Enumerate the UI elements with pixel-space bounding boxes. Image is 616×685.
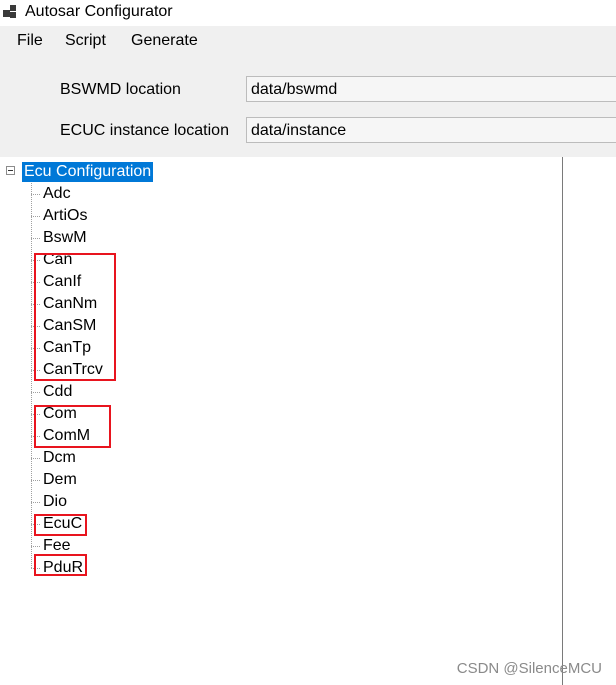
tree-item-adc[interactable]: Adc: [31, 183, 231, 205]
tree-root-ecu-configuration[interactable]: Ecu Configuration: [22, 162, 154, 182]
tree-item-dcm[interactable]: Dcm: [31, 447, 231, 469]
tree-item-artios[interactable]: ArtiOs: [31, 205, 231, 227]
menu-script[interactable]: Script: [64, 31, 107, 51]
highlight-box-com-group: [34, 405, 111, 448]
title-bar: Autosar Configurator: [0, 0, 616, 26]
watermark-text: CSDN @SilenceMCU: [456, 660, 602, 677]
highlight-box-ecuc: [34, 514, 87, 536]
collapse-toggle-icon[interactable]: [6, 166, 15, 175]
tree-item-label: Dio: [43, 493, 68, 510]
menu-generate[interactable]: Generate: [130, 31, 199, 51]
menu-bar: File Script Generate: [0, 26, 616, 55]
highlight-box-pdur: [34, 554, 87, 576]
tree-item-dem[interactable]: Dem: [31, 469, 231, 491]
ecuc-instance-location-label: ECUC instance location: [60, 122, 229, 139]
tree-item-label: ArtiOs: [43, 207, 88, 224]
module-tree[interactable]: Ecu Configuration Adc ArtiOs BswM Can Ca…: [0, 157, 563, 685]
bswmd-location-field[interactable]: data/bswmd: [246, 76, 616, 102]
menu-file[interactable]: File: [16, 31, 44, 51]
tree-item-cdd[interactable]: Cdd: [31, 381, 231, 403]
tree-item-bswm[interactable]: BswM: [31, 227, 231, 249]
ecuc-instance-location-field[interactable]: data/instance: [246, 117, 616, 143]
app-icon: [3, 4, 19, 20]
highlight-box-can-group: [34, 253, 116, 381]
tree-item-label: Cdd: [43, 383, 73, 400]
window-title: Autosar Configurator: [25, 3, 173, 20]
tree-item-label: Adc: [43, 185, 71, 202]
tree-item-label: BswM: [43, 229, 87, 246]
tree-item-label: Dcm: [43, 449, 76, 466]
tree-item-dio[interactable]: Dio: [31, 491, 231, 513]
settings-panel: BSWMD location data/bswmd ECUC instance …: [0, 55, 616, 157]
tree-item-label: Fee: [43, 537, 71, 554]
bswmd-location-label: BSWMD location: [60, 81, 181, 98]
tree-item-label: Dem: [43, 471, 77, 488]
